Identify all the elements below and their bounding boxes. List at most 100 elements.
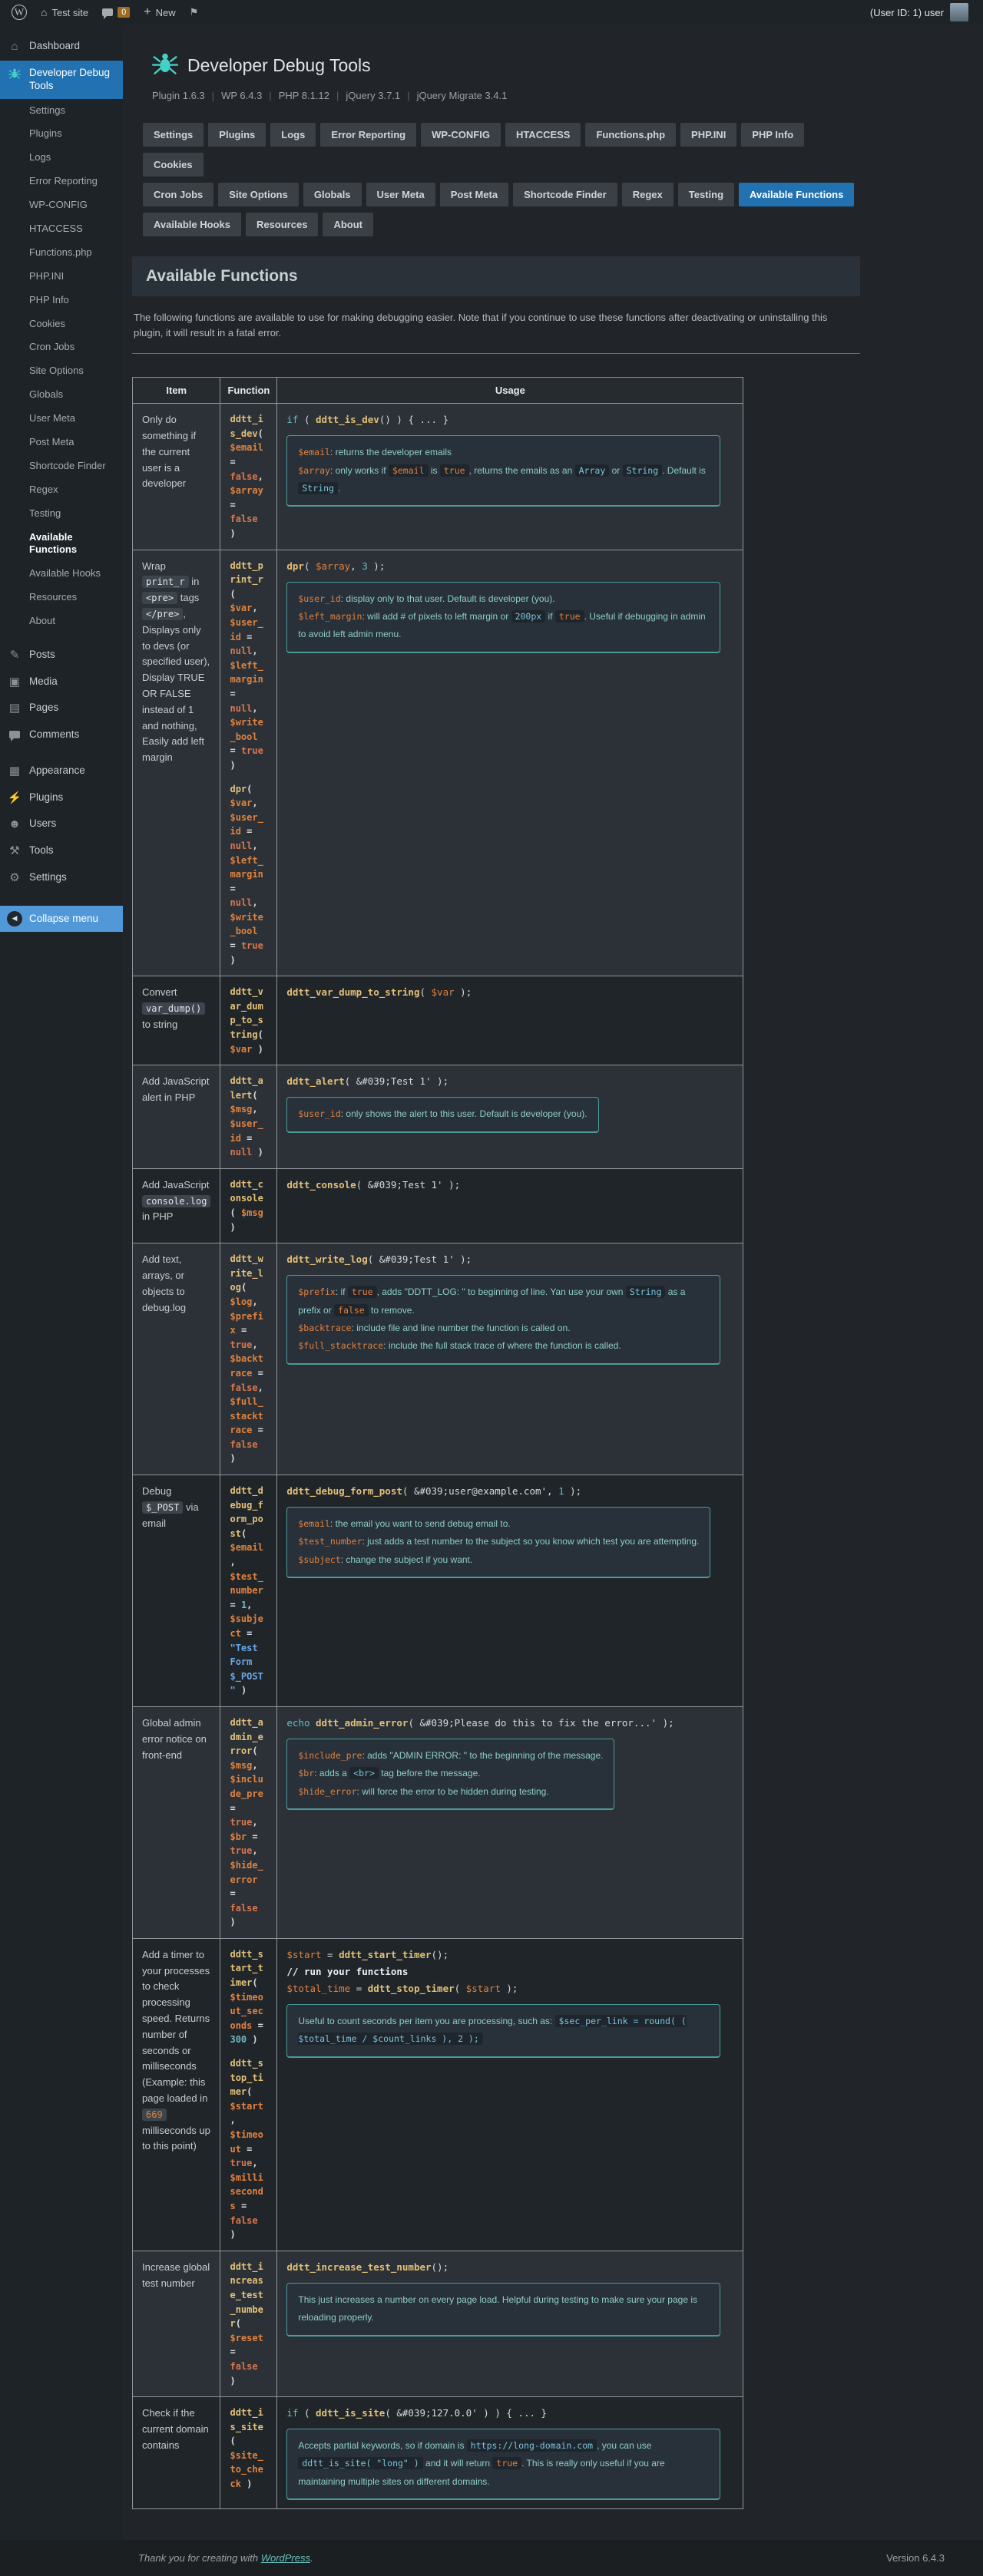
user-menu[interactable]: (User ID: 1) user	[863, 0, 975, 25]
sidebar-item-testing[interactable]: Testing	[0, 502, 123, 526]
usage-code: ddtt_console( &#039;Test 1' );	[286, 1177, 733, 1193]
sidebar-item-site-options[interactable]: Site Options	[0, 359, 123, 383]
meta-item: Plugin 1.6.3	[152, 90, 205, 101]
tab-shortcode-finder[interactable]: Shortcode Finder	[513, 183, 617, 206]
sidebar-item-media[interactable]: ▣Media	[0, 669, 123, 696]
tab-htaccess[interactable]: HTACCESS	[505, 123, 581, 147]
main-content: Developer Debug Tools Plugin 1.6.3|WP 6.…	[123, 25, 983, 2540]
usage-code: // run your functions	[286, 1964, 733, 1980]
sidebar-item-cookies[interactable]: Cookies	[0, 312, 123, 336]
sidebar-item-shortcode-finder[interactable]: Shortcode Finder	[0, 454, 123, 478]
avatar	[950, 3, 968, 21]
function-cell: ddtt_write_log( $log, $prefix = true, $b…	[220, 1243, 277, 1475]
menu-label: Cookies	[29, 318, 65, 329]
sidebar-item-settings[interactable]: Settings	[0, 99, 123, 123]
menu-label: Dashboard	[29, 40, 80, 53]
appearance-icon: ▦	[7, 765, 22, 779]
sidebar-item-functions-php[interactable]: Functions.php	[0, 241, 123, 265]
usage-note-line: $test_number: just adds a test number to…	[298, 1533, 699, 1551]
sidebar-item-comments[interactable]: Comments	[0, 722, 123, 749]
meta-item: PHP 8.1.12	[279, 90, 329, 101]
sidebar-item-globals[interactable]: Globals	[0, 383, 123, 407]
sidebar-item-user-meta[interactable]: User Meta	[0, 407, 123, 431]
comments-menu[interactable]: 0	[95, 0, 137, 25]
sidebar-item-regex[interactable]: Regex	[0, 478, 123, 502]
tab-available-hooks[interactable]: Available Hooks	[143, 213, 241, 236]
tab-settings[interactable]: Settings	[143, 123, 204, 147]
sidebar-item-users[interactable]: ☻Users	[0, 811, 123, 838]
tab-globals[interactable]: Globals	[303, 183, 362, 206]
sidebar-item-error-reporting[interactable]: Error Reporting	[0, 170, 123, 193]
tab-about[interactable]: About	[323, 213, 373, 236]
tab-post-meta[interactable]: Post Meta	[440, 183, 508, 206]
sidebar-item-appearance[interactable]: ▦ Appearance	[0, 758, 123, 785]
usage-code: if ( ddtt_is_site( &#039;127.0.0' ) ) { …	[286, 2406, 733, 2421]
menu-label: Collapse menu	[29, 913, 98, 924]
wp-logo-menu[interactable]: W	[5, 0, 34, 25]
sidebar-item-available-hooks[interactable]: Available Hooks	[0, 562, 123, 586]
sidebar-item-wp-config[interactable]: WP-CONFIG	[0, 193, 123, 217]
sidebar-item-about[interactable]: About	[0, 609, 123, 633]
sidebar-item-tools[interactable]: ⚒Tools	[0, 838, 123, 865]
tab-cookies[interactable]: Cookies	[143, 153, 204, 177]
table-row: Only do something if the current user is…	[133, 404, 743, 550]
column-header-item: Item	[133, 378, 220, 404]
new-content-menu[interactable]: + New	[137, 0, 182, 25]
sidebar-item-post-meta[interactable]: Post Meta	[0, 431, 123, 454]
sidebar-item-developer-debug-tools[interactable]: Developer Debug Tools	[0, 61, 123, 99]
tab-regex[interactable]: Regex	[622, 183, 674, 206]
sidebar-item-posts[interactable]: ✎Posts	[0, 642, 123, 669]
sidebar-item-settings[interactable]: ⚙Settings	[0, 865, 123, 892]
menu-separator	[0, 892, 123, 901]
sidebar-item-collapse-menu[interactable]: ◀Collapse menu	[0, 906, 123, 932]
usage-note-line: $backtrace: include file and line number…	[298, 1319, 708, 1337]
menu-separator	[0, 749, 123, 758]
tab-site-options[interactable]: Site Options	[218, 183, 299, 206]
tab-available-functions[interactable]: Available Functions	[739, 183, 854, 206]
user-label: (User ID: 1) user	[870, 7, 944, 18]
sidebar-item-resources[interactable]: Resources	[0, 586, 123, 609]
meta-separator: |	[212, 90, 214, 101]
sidebar-item-available-functions[interactable]: Available Functions	[0, 526, 123, 563]
menu-label: Error Reporting	[29, 175, 98, 187]
inline-code: true	[440, 464, 469, 477]
sidebar-item-php-ini[interactable]: PHP.INI	[0, 265, 123, 289]
tab-logs[interactable]: Logs	[270, 123, 316, 147]
tab-wp-config[interactable]: WP-CONFIG	[421, 123, 501, 147]
wordpress-link[interactable]: WordPress	[261, 2552, 310, 2564]
sidebar-item-pages[interactable]: ▤Pages	[0, 695, 123, 722]
function-cell: ddtt_debug_form_post( $email, $test_numb…	[220, 1475, 277, 1707]
sidebar-item-plugins[interactable]: ⚡Plugins	[0, 785, 123, 812]
tab-resources[interactable]: Resources	[246, 213, 318, 236]
tab-plugins[interactable]: Plugins	[208, 123, 266, 147]
sidebar-item-php-info[interactable]: PHP Info	[0, 289, 123, 312]
tab-testing[interactable]: Testing	[678, 183, 734, 206]
admin-bar-left: W ⌂ Test site 0 + New ⚑	[5, 0, 205, 25]
usage-code: if ( ddtt_is_dev() ) { ... }	[286, 412, 733, 428]
tab-php-ini[interactable]: PHP.INI	[680, 123, 736, 147]
usage-note-line: $left_margin: will add # of pixels to le…	[298, 608, 708, 644]
menu-label: Site Options	[29, 365, 84, 376]
usage-note-line: $include_pre: adds "ADMIN ERROR: " to th…	[298, 1747, 603, 1765]
ddtt-adminbar-item[interactable]: ⚑	[183, 0, 206, 25]
sidebar-item-cron-jobs[interactable]: Cron Jobs	[0, 335, 123, 359]
usage-cell: if ( ddtt_is_dev() ) { ... }$email: retu…	[277, 404, 743, 550]
menu-label: About	[29, 615, 55, 626]
comments-icon	[102, 8, 113, 16]
tab-cron-jobs[interactable]: Cron Jobs	[143, 183, 213, 206]
menu-separator	[0, 633, 123, 642]
usage-cell: ddtt_increase_test_number();This just in…	[277, 2251, 743, 2396]
sidebar-item-htaccess[interactable]: HTACCESS	[0, 217, 123, 241]
admin-menu: ⌂Dashboard Developer Debug ToolsSettings…	[0, 25, 123, 2540]
tab-functions-php[interactable]: Functions.php	[585, 123, 676, 147]
menu-label: Appearance	[29, 765, 85, 778]
settings-icon: ⚙	[7, 871, 22, 886]
sidebar-item-dashboard[interactable]: ⌂Dashboard	[0, 34, 123, 61]
tab-error-reporting[interactable]: Error Reporting	[320, 123, 416, 147]
sidebar-item-plugins[interactable]: Plugins	[0, 122, 123, 146]
tab-php-info[interactable]: PHP Info	[741, 123, 804, 147]
sidebar-item-logs[interactable]: Logs	[0, 146, 123, 170]
admin-bar: W ⌂ Test site 0 + New ⚑ (User ID: 1) use…	[0, 0, 983, 25]
site-menu[interactable]: ⌂ Test site	[34, 0, 95, 25]
tab-user-meta[interactable]: User Meta	[366, 183, 435, 206]
